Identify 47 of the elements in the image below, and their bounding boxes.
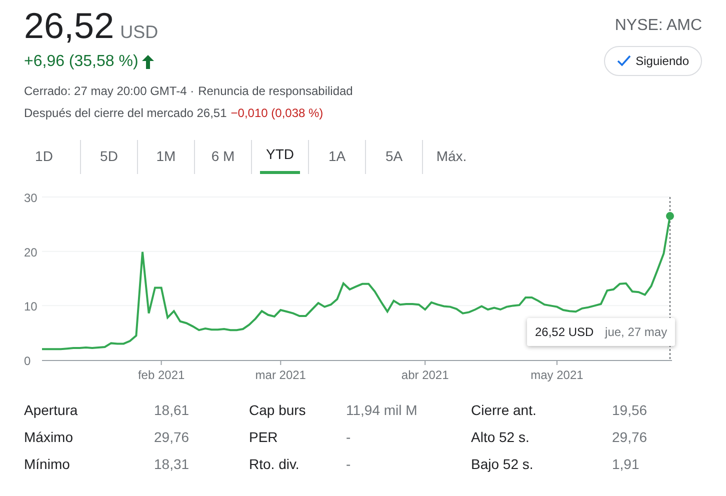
stat-value: 19,56 bbox=[612, 401, 648, 420]
currency-label: USD bbox=[120, 21, 158, 44]
closed-time: Cerrado: 27 may 20:00 GMT-4 · bbox=[24, 83, 194, 100]
stat-value: 18,61 bbox=[154, 401, 190, 420]
stat-value: - bbox=[346, 455, 352, 474]
x-axis-label: may 2021 bbox=[530, 368, 584, 382]
data-point bbox=[666, 212, 674, 220]
x-axis-label: mar 2021 bbox=[255, 368, 306, 382]
x-axis-label: abr 2021 bbox=[401, 368, 449, 382]
range-tab[interactable]: 1D bbox=[24, 140, 64, 174]
range-tab[interactable]: 6 M bbox=[203, 140, 243, 174]
exchange-ticker: NYSE: AMC bbox=[614, 16, 702, 36]
x-axis-label: feb 2021 bbox=[138, 368, 185, 382]
stat-value: - bbox=[346, 428, 352, 447]
range-tab[interactable]: 5A bbox=[374, 140, 414, 174]
stat-label: Cierre ant. bbox=[471, 401, 538, 420]
y-axis-label: 0 bbox=[24, 354, 31, 368]
stat-label: PER bbox=[249, 428, 279, 447]
y-axis-label: 10 bbox=[24, 300, 38, 314]
disclaimer-link[interactable]: Renuncia de responsabilidad bbox=[198, 82, 353, 100]
y-axis-label: 30 bbox=[24, 191, 38, 205]
stat-value: 29,76 bbox=[154, 428, 190, 447]
range-tab[interactable]: 1M bbox=[146, 140, 186, 174]
range-tab[interactable]: 5D bbox=[89, 140, 129, 174]
stat-value: 11,94 mil M bbox=[346, 401, 418, 420]
stock-price: 26,52 bbox=[24, 6, 114, 46]
follow-button[interactable]: Siguiendo bbox=[604, 46, 702, 76]
stat-label: Cap burs bbox=[249, 401, 307, 420]
stat-label: Alto 52 s. bbox=[471, 428, 530, 447]
stat-value: 18,31 bbox=[154, 455, 190, 474]
stat-value: 29,76 bbox=[612, 428, 648, 447]
stat-label: Mínimo bbox=[24, 455, 71, 474]
tooltip-value: 26,52 USD bbox=[535, 325, 594, 339]
price-change: +6,96 (35,58 %) bbox=[24, 52, 138, 72]
stat-value: 1,91 bbox=[612, 455, 640, 474]
range-tab[interactable]: Máx. bbox=[432, 140, 472, 174]
range-tab[interactable]: YTD bbox=[260, 140, 300, 174]
y-axis-label: 20 bbox=[24, 245, 38, 260]
check-icon bbox=[616, 55, 631, 67]
stat-label: Apertura bbox=[24, 401, 79, 420]
range-tab[interactable]: 1A bbox=[317, 140, 357, 174]
after-hours-price: Después del cierre del mercado 26,51 bbox=[24, 105, 227, 122]
stat-label: Máximo bbox=[24, 428, 74, 447]
stat-label: Rto. div. bbox=[249, 455, 300, 474]
tooltip-date: jue, 27 may bbox=[605, 325, 668, 339]
after-hours-change: −0,010 (0,038 %) bbox=[230, 105, 324, 122]
stat-label: Bajo 52 s. bbox=[471, 455, 534, 474]
